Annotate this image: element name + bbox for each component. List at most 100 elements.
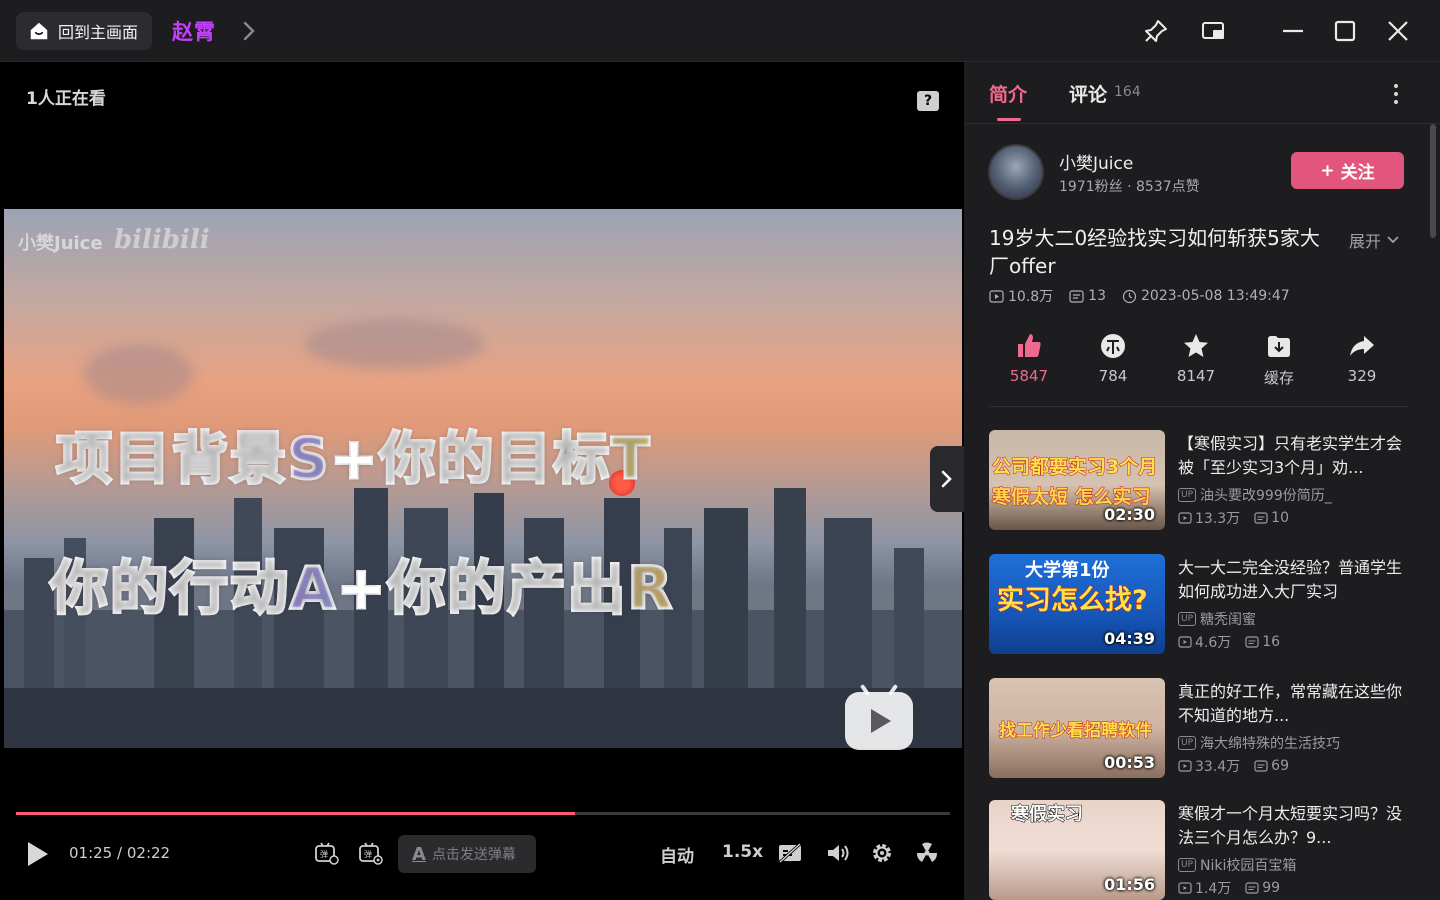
pin-icon <box>1145 20 1167 42</box>
recommendation-author[interactable]: UP 油头要改999份简历_ <box>1178 485 1332 505</box>
speed-button[interactable]: 1.5x <box>722 842 763 862</box>
volume-button[interactable] <box>824 839 852 867</box>
tab-intro[interactable]: 简介 <box>989 80 1027 121</box>
danmaku-settings-icon: 弹 <box>359 842 383 865</box>
video-meta: 10.8万 13 2023-05-08 13:49:47 <box>989 286 1290 306</box>
danmaku-count: 10 <box>1254 508 1289 528</box>
settings-button[interactable] <box>868 839 896 867</box>
video-duration: 02:30 <box>1104 505 1155 524</box>
breadcrumb-user[interactable]: 赵霄 <box>172 16 216 46</box>
video-frame[interactable]: 小樊Juice bilibili 项目背景S+你的目标T 你的行动A+你的产出R <box>4 209 962 748</box>
minimize-button[interactable] <box>1276 14 1310 48</box>
publish-date-text: 2023-05-08 13:49:47 <box>1141 288 1290 304</box>
title-bar: 回到主画面 赵霄 <box>0 0 1440 62</box>
overlay-plus: + <box>335 553 388 624</box>
danmaku-count-icon <box>1245 882 1259 894</box>
video-thumbnail[interactable]: 寒假实习 01:56 <box>989 800 1165 900</box>
recommendation-title[interactable]: 【寒假实习】只有老实学生才会被「至少实习3个月」劝... <box>1178 432 1404 480</box>
picture-in-picture-icon <box>1202 22 1224 39</box>
volume-icon <box>828 845 849 861</box>
overlay-line2-b: 你的产出R <box>386 553 675 624</box>
thumbnail-caption: 实习怎么找? <box>997 585 1149 617</box>
picture-in-picture-button[interactable] <box>1196 14 1230 48</box>
recommendation-stats: 13.3万 10 <box>1178 508 1289 528</box>
fullscreen-button[interactable] <box>913 839 941 867</box>
overlay-text-line1: 项目背景S+你的目标T <box>54 414 652 495</box>
quality-button[interactable]: 自动 <box>660 842 694 867</box>
next-video-button[interactable] <box>930 446 964 512</box>
pin-button[interactable] <box>1139 14 1173 48</box>
up-badge-icon: UP <box>1178 488 1197 502</box>
expand-button[interactable]: 展开 <box>1349 228 1400 252</box>
play-icon[interactable] <box>28 842 48 866</box>
viewer-count: 1人正在看 <box>26 89 106 109</box>
share-count: 329 <box>1347 367 1377 385</box>
close-button[interactable] <box>1381 14 1415 48</box>
video-thumbnail[interactable]: 找工作少看招聘软件 00:53 <box>989 678 1165 778</box>
progress-bar[interactable] <box>16 812 950 815</box>
recommendation-title[interactable]: 大一大二完全没经验？普通学生如何成功进入大厂实习 <box>1178 556 1404 604</box>
action-bar: 5847 784 8147 缓存 329 <box>989 327 1409 407</box>
recommendation-item[interactable]: 找工作少看招聘软件 00:53 真正的好工作，常常藏在这些你不知道的地方... … <box>989 678 1409 778</box>
cloud-shape <box>84 344 194 404</box>
play-count-icon <box>989 289 1004 303</box>
up-badge-icon: UP <box>1178 612 1197 626</box>
view-count: 1.4万 <box>1178 878 1231 898</box>
danmaku-placeholder: 点击发送弹幕 <box>431 847 516 863</box>
up-badge-icon: UP <box>1178 858 1197 872</box>
view-count-text: 33.4万 <box>1195 759 1241 775</box>
cache-label: 缓存 <box>1263 369 1294 387</box>
danmaku-toggle-button[interactable]: 弹 <box>312 839 340 867</box>
home-icon <box>30 22 48 40</box>
coin-button[interactable]: 784 <box>1073 327 1153 385</box>
plus-icon: + <box>1320 160 1335 181</box>
follow-button[interactable]: + 关注 <box>1291 152 1404 189</box>
recommendation-author[interactable]: UP 糖秃闺蜜 <box>1178 609 1256 629</box>
danmaku-input[interactable]: A 点击发送弹幕 <box>398 835 536 873</box>
tab-comments[interactable]: 评论 <box>1069 80 1107 107</box>
coin-count: 784 <box>1098 367 1128 385</box>
recommendation-item[interactable]: 大学第1份 实习怎么找? 04:39 大一大二完全没经验？普通学生如何成功进入大… <box>989 554 1409 654</box>
favorite-count: 8147 <box>1176 367 1216 385</box>
recommendation-item[interactable]: 公司都要实习3个月 寒假太短 怎么实习 02:30 【寒假实习】只有老实学生才会… <box>989 430 1409 530</box>
recommendation-author[interactable]: UP Niki校园百宝箱 <box>1178 855 1296 875</box>
maximize-button[interactable] <box>1328 14 1362 48</box>
danmaku-count-text: 13 <box>1088 288 1106 304</box>
play-count-icon <box>1178 636 1192 648</box>
chevron-right-icon[interactable] <box>240 18 258 44</box>
overlay-line1-b: 你的目标T <box>378 426 652 494</box>
play-count-icon <box>1178 512 1192 524</box>
close-icon <box>1388 21 1408 41</box>
share-button[interactable]: 329 <box>1322 327 1402 385</box>
duration: 02:22 <box>126 844 171 862</box>
video-thumbnail[interactable]: 大学第1份 实习怎么找? 04:39 <box>989 554 1165 654</box>
avatar[interactable] <box>988 144 1044 200</box>
author-name: Niki校园百宝箱 <box>1200 858 1297 874</box>
thumbnail-caption: 找工作少看招聘软件 <box>999 721 1153 742</box>
view-count: 10.8万 <box>989 286 1053 306</box>
thumbs-up-icon <box>1018 334 1041 357</box>
danmaku-count: 13 <box>1069 288 1106 304</box>
scrollbar[interactable] <box>1428 124 1436 900</box>
more-options-icon[interactable] <box>1388 80 1404 108</box>
home-button[interactable]: 回到主画面 <box>16 12 153 50</box>
recommendation-item[interactable]: 寒假实习 01:56 寒假才一个月太短要实习吗？没法三个月怎么办？9... UP… <box>989 800 1409 900</box>
radiation-icon <box>916 842 938 862</box>
recommendation-title[interactable]: 寒假才一个月太短要实习吗？没法三个月怎么办？9... <box>1178 802 1404 850</box>
favorite-button[interactable]: 8147 <box>1156 327 1236 385</box>
danmaku-toggle-icon: 弹 <box>315 842 339 865</box>
help-icon[interactable]: ? <box>917 91 939 111</box>
danmaku-count-text: 16 <box>1262 634 1281 650</box>
video-thumbnail[interactable]: 公司都要实习3个月 寒假太短 怎么实习 02:30 <box>989 430 1165 530</box>
subtitle-button[interactable] <box>776 839 804 867</box>
text-format-icon[interactable]: A <box>412 844 426 865</box>
like-button[interactable]: 5847 <box>989 327 1069 385</box>
uploader-name[interactable]: 小樊Juice <box>1059 149 1133 174</box>
scrollbar-thumb[interactable] <box>1430 124 1436 238</box>
recommendation-author[interactable]: UP 海大绵特殊的生活技巧 <box>1178 733 1340 753</box>
video-player[interactable]: 1人正在看 ? 小樊Juice bilibili 项目背景S+你的目标T 你的行… <box>0 62 964 900</box>
danmaku-settings-button[interactable]: 弹 <box>356 839 384 867</box>
cache-button[interactable]: 缓存 <box>1239 327 1319 388</box>
follow-button-label: 关注 <box>1340 163 1375 183</box>
recommendation-title[interactable]: 真正的好工作，常常藏在这些你不知道的地方... <box>1178 680 1404 728</box>
